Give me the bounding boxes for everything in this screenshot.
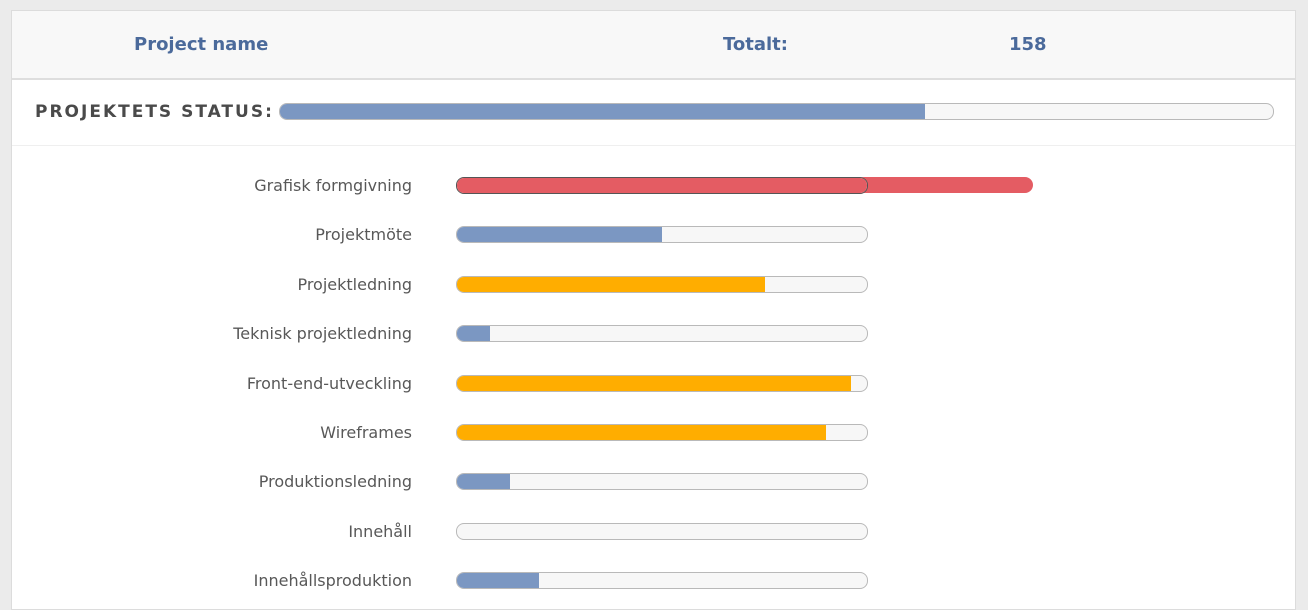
category-label: Innehållsproduktion bbox=[253, 571, 412, 590]
category-progress-fill bbox=[457, 573, 539, 588]
category-progress-bar bbox=[456, 375, 868, 392]
category-progress-bar bbox=[456, 226, 868, 243]
project-panel: Project name Totalt: 158 PROJEKTETS STAT… bbox=[11, 10, 1296, 610]
project-status-row: PROJEKTETS STATUS: bbox=[12, 80, 1295, 146]
category-label: Wireframes bbox=[320, 423, 412, 442]
category-progress-fill bbox=[457, 425, 826, 440]
project-name-label: Project name bbox=[134, 34, 269, 55]
project-status-progress-fill bbox=[280, 104, 926, 119]
category-label: Produktionsledning bbox=[258, 472, 412, 491]
category-label: Teknisk projektledning bbox=[233, 324, 412, 343]
total-label: Totalt: bbox=[723, 34, 788, 55]
category-progress-fill bbox=[457, 277, 765, 292]
category-progress-bar bbox=[456, 523, 868, 540]
category-progress-fill bbox=[457, 376, 851, 391]
category-progress-overflow bbox=[856, 177, 1033, 193]
category-label: Projektledning bbox=[297, 275, 412, 294]
category-progress-bar bbox=[456, 276, 868, 293]
category-progress-fill bbox=[457, 474, 511, 489]
project-header: Project name Totalt: 158 bbox=[12, 11, 1295, 80]
category-progress-bar bbox=[456, 473, 868, 490]
category-progress-fill bbox=[457, 227, 662, 242]
project-status-label: PROJEKTETS STATUS: bbox=[35, 102, 274, 122]
category-progress-fill bbox=[457, 178, 867, 193]
category-label: Innehåll bbox=[348, 522, 412, 541]
category-label: Grafisk formgivning bbox=[254, 176, 412, 195]
total-value: 158 bbox=[1009, 34, 1047, 55]
project-status-progress-bar bbox=[279, 103, 1274, 120]
category-progress-bar bbox=[456, 325, 868, 342]
category-progress-bar bbox=[456, 177, 868, 194]
category-progress-bar bbox=[456, 572, 868, 589]
category-label: Front-end-utveckling bbox=[246, 374, 412, 393]
category-progress-bar bbox=[456, 424, 868, 441]
category-label: Projektmöte bbox=[315, 225, 412, 244]
category-progress-fill bbox=[457, 326, 490, 341]
